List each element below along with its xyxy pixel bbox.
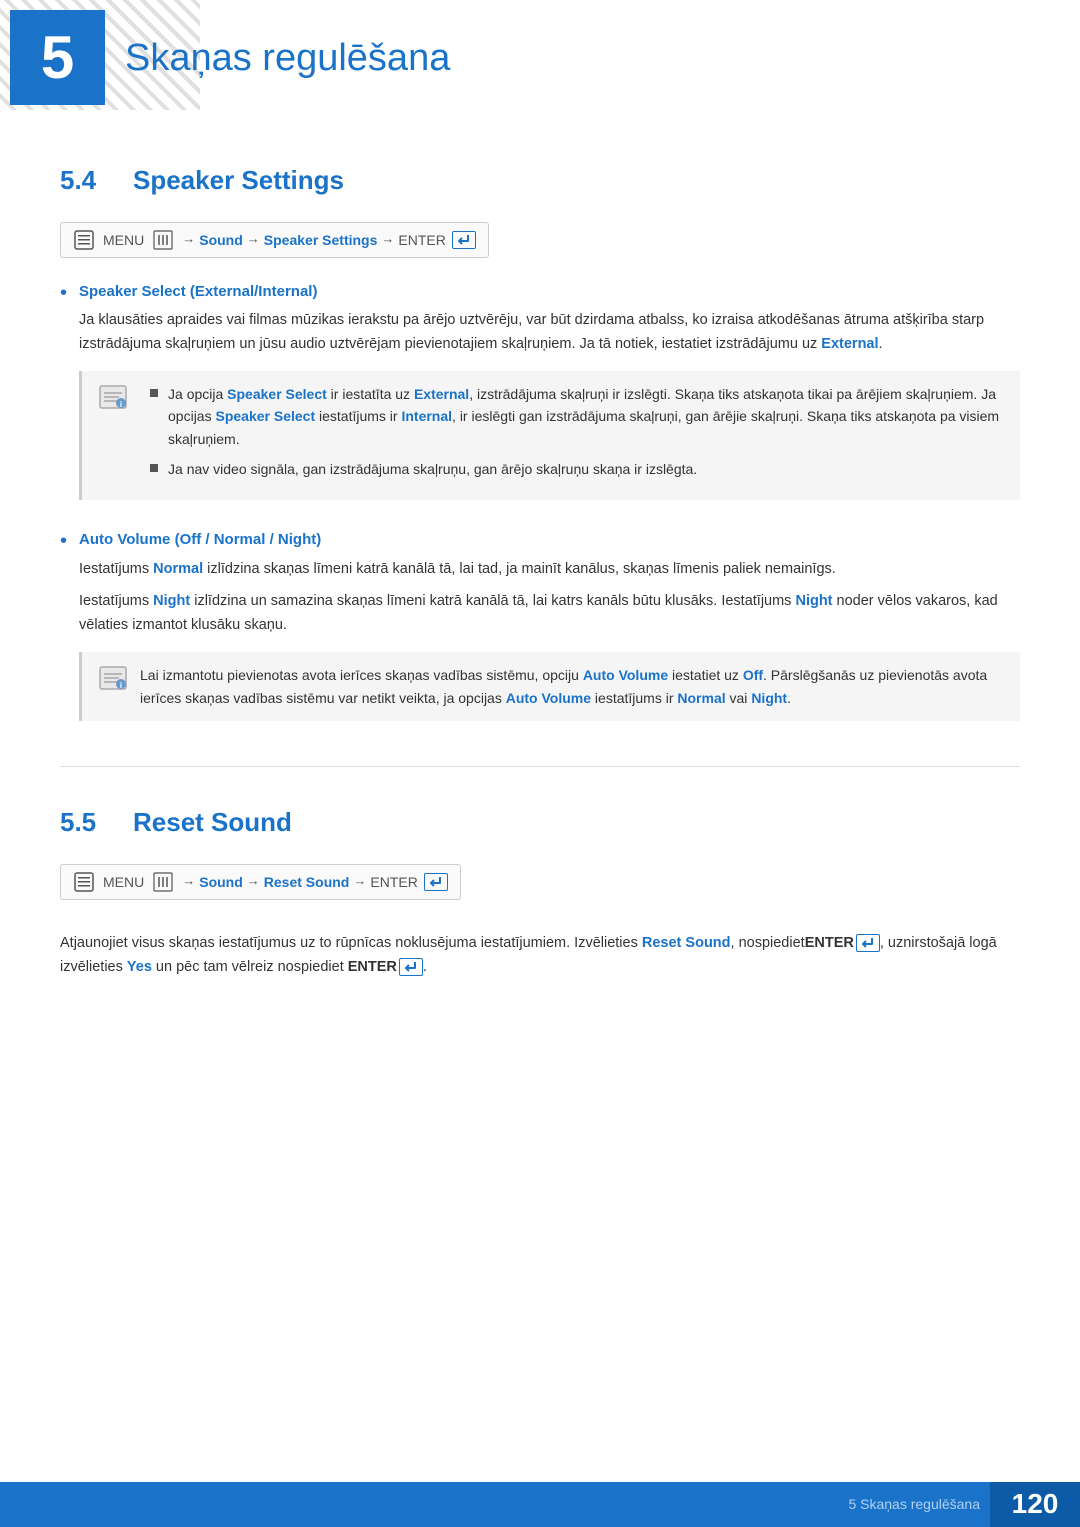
menu-icon	[73, 229, 95, 251]
bullet-body-2b: Iestatījums Night izlīdzina un samazina …	[79, 590, 1020, 638]
bullet-section-2: • Auto Volume (Off / Normal / Night) Ies…	[60, 528, 1020, 731]
section-55-body: Atjaunojiet visus skaņas iestatījumus uz…	[60, 932, 1020, 980]
footer: 5 Skaņas regulēšana 120	[0, 1482, 1080, 1527]
nav-arrow-3: →	[381, 229, 394, 250]
enter-icon-4	[399, 958, 423, 976]
nav-arrow-2: →	[247, 229, 260, 250]
section-55-number: 5.5	[60, 802, 115, 844]
sub-bullet-sq-1	[150, 389, 158, 397]
enter-icon-1	[452, 231, 476, 249]
enter-icon-3	[856, 934, 880, 952]
nav-sound-1: Sound	[199, 229, 243, 251]
bullet-body-1: Ja klausāties apraides vai filmas mūzika…	[79, 309, 1020, 357]
bullet-content-1: Speaker Select (External/Internal) Ja kl…	[79, 280, 1020, 510]
note-content-1: Ja opcija Speaker Select ir iestatīta uz…	[140, 383, 1004, 489]
bullet-title-2: Auto Volume (Off / Normal / Night)	[79, 528, 1020, 552]
chapter-title: Skaņas regulēšana	[125, 28, 450, 89]
main-content: 5.4 Speaker Settings MENU → Sound →	[0, 0, 1080, 1060]
bullet-item-1: • Speaker Select (External/Internal) Ja …	[60, 280, 1020, 510]
menu-icon-2	[73, 871, 95, 893]
section-divider	[60, 766, 1020, 767]
nav-reset-sound: Reset Sound	[264, 871, 350, 893]
svg-text:i: i	[120, 681, 122, 690]
nav-grid-icon	[152, 229, 174, 251]
nav-menu-label: MENU	[103, 229, 144, 251]
nav-enter-label-2: ENTER	[370, 871, 417, 893]
nav-speaker-settings: Speaker Settings	[264, 229, 378, 251]
note-content-2: Lai izmantotu pievienotas avota ierīces …	[140, 664, 1004, 709]
nav-arrow-55-3: →	[353, 871, 366, 892]
bullet-body-2a: Iestatījums Normal izlīdzina skaņas līme…	[79, 558, 1020, 582]
nav-arrow-55-1: →	[182, 871, 195, 892]
note-box-1: i Ja opcija Speaker Select ir iestatīta …	[79, 371, 1020, 501]
bullet-title-1: Speaker Select (External/Internal)	[79, 280, 1020, 304]
svg-text:i: i	[120, 400, 122, 409]
nav-path-55: MENU → Sound → Reset Sound → ENTER	[60, 864, 461, 900]
nav-menu-label-2: MENU	[103, 871, 144, 893]
nav-arrow-55-2: →	[247, 871, 260, 892]
section-55-header: 5.5 Reset Sound	[60, 802, 1020, 844]
bullet-item-2: • Auto Volume (Off / Normal / Night) Ies…	[60, 528, 1020, 731]
note-box-2: i Lai izmantotu pievienotas avota ierīce…	[79, 652, 1020, 721]
footer-page: 120	[990, 1482, 1080, 1527]
nav-sound-55: Sound	[199, 871, 243, 893]
bullet-dot-1: •	[60, 277, 67, 309]
section-55-title: Reset Sound	[133, 802, 292, 844]
sub-bullets-1: Ja opcija Speaker Select ir iestatīta uz…	[150, 383, 1004, 481]
note-icon-2: i	[98, 665, 128, 691]
chapter-number-block: 5	[10, 10, 105, 105]
nav-path-54: MENU → Sound → Speaker Settings → ENTER	[60, 222, 489, 258]
enter-icon-2	[424, 873, 448, 891]
section-54-number: 5.4	[60, 160, 115, 202]
sub-bullet-sq-2	[150, 464, 158, 472]
nav-enter-label-1: ENTER	[398, 229, 445, 251]
chapter-number: 5	[41, 28, 74, 88]
sub-bullet-item-2: Ja nav video signāla, gan izstrādājuma s…	[150, 458, 1004, 480]
sub-bullet-item-1: Ja opcija Speaker Select ir iestatīta uz…	[150, 383, 1004, 450]
bullet-dot-2: •	[60, 525, 67, 557]
bullet-content-2: Auto Volume (Off / Normal / Night) Iesta…	[79, 528, 1020, 731]
footer-text: 5 Skaņas regulēšana	[848, 1493, 990, 1515]
section-54-title: Speaker Settings	[133, 160, 344, 202]
note-icon-1: i	[98, 384, 128, 410]
nav-grid-icon-2	[152, 871, 174, 893]
bullet-section-1: • Speaker Select (External/Internal) Ja …	[60, 280, 1020, 510]
section-54-header: 5.4 Speaker Settings	[60, 160, 1020, 202]
nav-arrow-1: →	[182, 229, 195, 250]
